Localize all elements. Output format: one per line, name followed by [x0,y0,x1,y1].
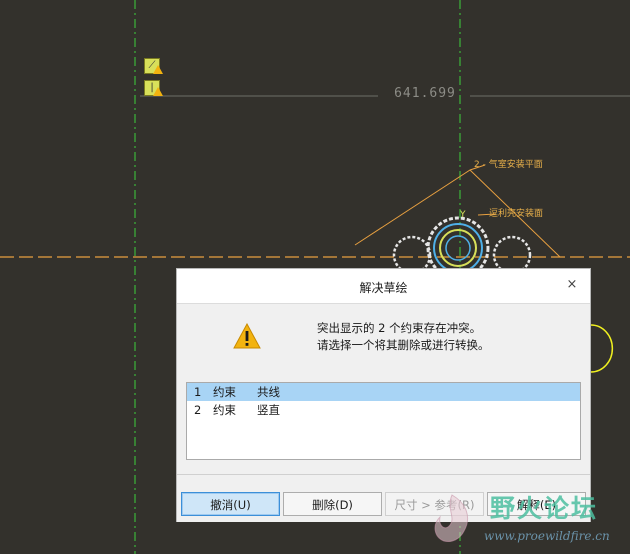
item-kind: 约束 [213,385,236,399]
item-index: 2 [194,403,202,417]
explain-button[interactable]: 解释(E) [487,492,586,516]
item-type: 共线 [257,385,280,399]
item-kind: 约束 [213,403,236,417]
warning-icon [233,323,261,349]
message-area: 突出显示的 2 个约束存在冲突。 请选择一个将其删除或进行转换。 [177,304,590,382]
annotation-housing: 逗利壳安装面 [489,209,544,219]
constraint-warning-icon [153,65,163,74]
close-icon[interactable]: × [564,277,580,293]
dialog-title: 解决草绘 [359,281,408,295]
message-line-2: 请选择一个将其删除或进行转换。 [317,338,490,352]
resolve-sketch-dialog: 解决草绘 × 突出显示的 2 个约束存在冲突。 请选择一个将其删除或进行转换。 … [176,268,591,522]
constraint-list[interactable]: 1 约束 共线 2 约束 竖直 [186,382,581,460]
list-item[interactable]: 1 约束 共线 [187,383,580,401]
button-bar: 撤消(U) 删除(D) 尺寸 > 参考(R) 解释(E) [177,474,590,522]
annotation-y: Y [460,210,466,220]
message-line-1: 突出显示的 2 个约束存在冲突。 [317,321,482,335]
dialog-titlebar[interactable]: 解决草绘 × [177,269,590,304]
dim-to-ref-button[interactable]: 尺寸 > 参考(R) [385,492,484,516]
undo-button[interactable]: 撤消(U) [181,492,280,516]
list-item[interactable]: 2 约束 竖直 [187,401,580,419]
dimension-label[interactable]: 641.699 [380,86,470,101]
yellow-arc [590,324,614,373]
delete-button[interactable]: 删除(D) [283,492,382,516]
item-index: 1 [194,385,202,399]
constraint-warning-icon [153,87,163,96]
annotation-airchamber: 2 - 气室安装平面 [474,160,543,170]
item-type: 竖直 [257,403,280,417]
